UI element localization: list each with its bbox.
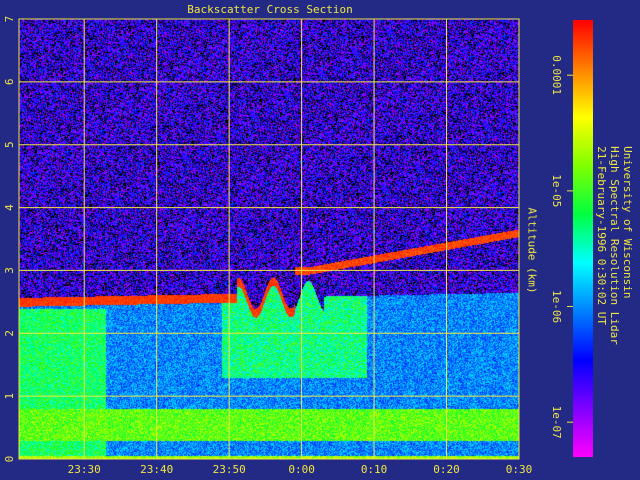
instrument-info: University of Wisconsin High Spectral Re… [592, 70, 636, 420]
x-tick-label: 23:50 [213, 463, 246, 476]
x-tick-label: 23:40 [140, 463, 173, 476]
y-tick-label: 6 [3, 79, 16, 86]
y-tick-label: 1 [3, 393, 16, 400]
y-tick-label: 0 [3, 456, 16, 463]
y-tick-label: 5 [3, 141, 16, 148]
x-tick-label: 0:30 [506, 463, 533, 476]
y-axis-ticks: 0 1 2 3 4 5 6 7 [3, 16, 16, 463]
x-tick-label: 0:10 [361, 463, 388, 476]
colorbar-tick-label: 0.0001 [550, 55, 563, 95]
x-tick-label: 0:00 [288, 463, 315, 476]
timestamp-label: 21-February-1996 0:30:02 UT [594, 145, 608, 325]
grid-lines [18, 18, 520, 460]
colorbar [573, 20, 593, 457]
colorbar-tick-label: 1e-07 [550, 406, 563, 439]
y-axis-title-box: Altitude (km) [507, 190, 557, 310]
plot-frame [18, 18, 520, 460]
lidar-backscatter-chart: Backscatter Cross Section 23:30 23:40 23:5… [0, 0, 640, 480]
x-tick-label: 23:30 [68, 463, 101, 476]
y-tick-label: 7 [3, 16, 16, 23]
chart-title: Backscatter Cross Section [187, 3, 353, 16]
y-axis-title: Altitude (km) [525, 206, 539, 294]
x-axis-ticks: 23:30 23:40 23:50 0:00 0:10 0:20 0:30 [68, 463, 533, 476]
instrument-label: High Spectral Resolution Lidar [607, 145, 621, 345]
colorbar-ramp [573, 20, 593, 457]
x-tick-label: 0:20 [433, 463, 460, 476]
y-tick-label: 3 [3, 267, 16, 274]
institution-label: University of Wisconsin [620, 145, 634, 298]
y-tick-label: 2 [3, 330, 16, 337]
y-tick-label: 4 [3, 204, 16, 211]
